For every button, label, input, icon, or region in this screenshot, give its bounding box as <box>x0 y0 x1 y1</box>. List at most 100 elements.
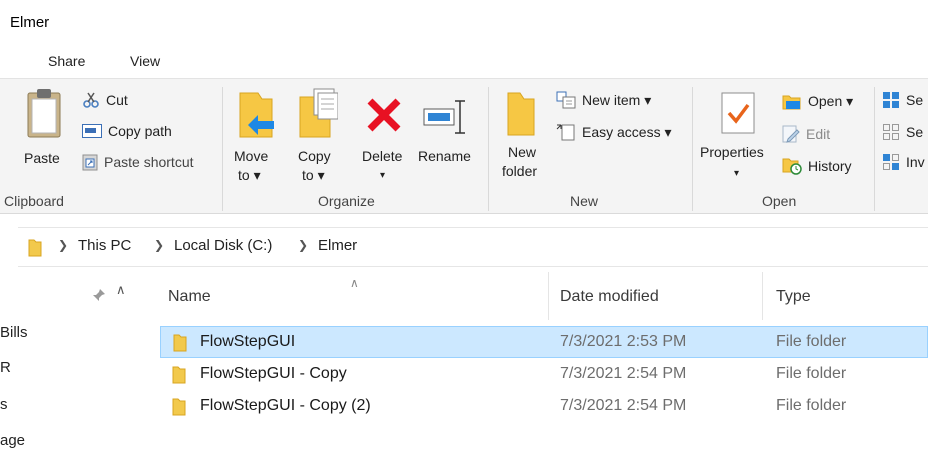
delete-label: Delete <box>362 148 403 164</box>
history-icon <box>782 158 802 175</box>
copy-to-button[interactable]: Copy to ▾ <box>296 85 340 185</box>
column-header-type[interactable]: Type <box>776 288 811 306</box>
open-button[interactable]: Open ▾ <box>782 93 853 110</box>
address-bar[interactable]: ❯ This PC ❯ Local Disk (C:) ❯ Elmer <box>18 227 928 267</box>
file-name: FlowStepGUI <box>200 333 296 350</box>
folder-icon <box>28 239 42 257</box>
delete-button[interactable]: Delete ▾ <box>358 85 410 185</box>
nav-item-bills[interactable]: Bills <box>0 324 28 341</box>
file-name: FlowStepGUI - Copy <box>200 365 347 382</box>
copy-path-label: Copy path <box>108 123 172 139</box>
chevron-right-icon[interactable]: ❯ <box>154 238 164 252</box>
select-all-button[interactable]: Se <box>882 91 923 109</box>
invert-selection-label: Inv <box>906 154 925 170</box>
select-all-label: Se <box>906 92 924 108</box>
easy-access-label: Easy access ▾ <box>582 123 672 140</box>
nav-item-age[interactable]: age <box>0 432 25 449</box>
history-label: History <box>808 158 852 174</box>
column-separator[interactable] <box>762 272 763 320</box>
column-header-row: ∧ Name Date modified Type <box>150 272 928 320</box>
nav-item-s[interactable]: s <box>0 396 8 413</box>
easy-access-button[interactable]: Easy access ▾ <box>556 123 672 141</box>
easy-access-icon <box>556 124 575 141</box>
copy-to-icon <box>299 88 338 138</box>
new-folder-icon <box>507 92 535 136</box>
properties-dropdown-arrow: ▾ <box>734 168 740 179</box>
paste-shortcut-button[interactable]: Paste shortcut <box>82 153 194 171</box>
breadcrumb-this-pc[interactable]: This PC <box>78 237 131 254</box>
paste-label: Paste <box>24 150 60 166</box>
scissors-icon <box>83 92 99 108</box>
file-type: File folder <box>776 397 847 414</box>
new-folder-button[interactable]: New folder <box>498 85 548 189</box>
rename-icon <box>423 100 465 134</box>
file-date-modified: 7/3/2021 2:54 PM <box>560 397 687 414</box>
cut-button[interactable]: Cut <box>82 91 128 109</box>
file-row[interactable]: FlowStepGUI - Copy (2) 7/3/2021 2:54 PM … <box>160 391 928 423</box>
history-button[interactable]: History <box>782 157 852 175</box>
paste-button[interactable]: Paste <box>20 87 68 177</box>
select-none-label: Se <box>906 124 924 140</box>
folder-icon <box>173 334 187 352</box>
open-folder-icon <box>782 95 801 109</box>
clipboard-group-label: Clipboard <box>4 193 64 209</box>
column-header-date-modified[interactable]: Date modified <box>560 288 659 306</box>
delete-dropdown-arrow: ▾ <box>380 170 386 181</box>
tab-share[interactable]: Share <box>48 53 85 69</box>
move-to-button[interactable]: Move to ▾ <box>232 85 280 185</box>
rename-label: Rename <box>418 148 471 164</box>
file-type: File folder <box>776 333 847 350</box>
move-to-label-1: Move <box>234 148 269 164</box>
ribbon-tabs: Share View <box>0 48 928 126</box>
tab-view[interactable]: View <box>130 53 160 69</box>
file-name: FlowStepGUI - Copy (2) <box>200 397 371 414</box>
file-type: File folder <box>776 365 847 382</box>
pin-icon[interactable] <box>92 288 106 302</box>
copy-path-icon <box>82 124 102 138</box>
file-date-modified: 7/3/2021 2:54 PM <box>560 365 687 382</box>
open-label: Open ▾ <box>808 93 854 109</box>
breadcrumb-local-disk[interactable]: Local Disk (C:) <box>174 237 272 254</box>
ribbon-separator <box>692 87 693 211</box>
select-none-button[interactable]: Se <box>882 123 923 141</box>
properties-icon <box>721 92 755 134</box>
select-none-icon <box>883 124 899 140</box>
file-date-modified: 7/3/2021 2:53 PM <box>560 333 687 350</box>
delete-icon <box>367 98 401 132</box>
edit-button[interactable]: Edit <box>782 125 830 143</box>
move-to-icon <box>239 92 274 138</box>
nav-item-r[interactable]: R <box>0 359 11 376</box>
ribbon: Paste Cut Copy path Paste shortcut Clipb… <box>0 78 928 214</box>
new-item-button[interactable]: New item ▾ <box>556 91 651 109</box>
new-item-label: New item ▾ <box>582 91 652 108</box>
cut-label: Cut <box>106 92 128 108</box>
copy-path-button[interactable]: Copy path <box>82 123 172 139</box>
ribbon-separator <box>874 87 875 211</box>
file-row[interactable]: FlowStepGUI 7/3/2021 2:53 PM File folder <box>160 326 928 358</box>
file-row[interactable]: FlowStepGUI - Copy 7/3/2021 2:54 PM File… <box>160 359 928 391</box>
edit-label: Edit <box>806 126 831 142</box>
ribbon-separator <box>488 87 489 211</box>
navigation-pane: ∧ Bills R s age <box>0 270 140 464</box>
copy-to-label-1: Copy <box>298 148 331 164</box>
properties-label: Properties <box>700 144 764 160</box>
breadcrumb-elmer[interactable]: Elmer <box>318 237 357 254</box>
edit-icon <box>782 125 800 143</box>
sort-ascending-icon: ∧ <box>350 276 359 290</box>
chevron-right-icon[interactable]: ❯ <box>298 238 308 252</box>
new-folder-label-2: folder <box>502 163 538 179</box>
rename-button[interactable]: Rename <box>416 85 476 185</box>
column-header-name[interactable]: Name <box>168 288 211 306</box>
clipboard-icon <box>27 89 61 138</box>
chevron-right-icon[interactable]: ❯ <box>58 238 68 252</box>
column-separator[interactable] <box>548 272 549 320</box>
new-folder-label-1: New <box>508 144 537 160</box>
properties-button[interactable]: Properties ▾ <box>700 85 776 189</box>
invert-selection-button[interactable]: Inv <box>882 153 925 171</box>
organize-group-label: Organize <box>318 193 375 209</box>
move-to-label-2: to ▾ <box>238 167 261 183</box>
folder-icon <box>172 398 186 416</box>
ribbon-separator <box>222 87 223 211</box>
paste-shortcut-icon <box>82 154 98 171</box>
collapse-up-icon[interactable]: ∧ <box>116 282 126 298</box>
